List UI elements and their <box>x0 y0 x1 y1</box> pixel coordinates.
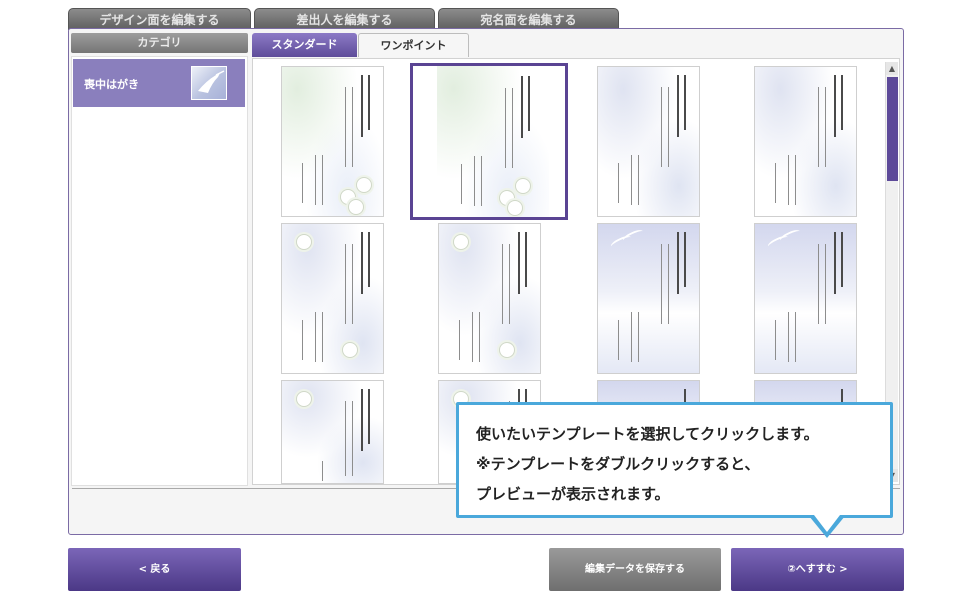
save-data-button[interactable]: 編集データを保存する <box>549 548 721 591</box>
category-item-mochu[interactable]: 喪中はがき <box>73 59 245 107</box>
template-card[interactable] <box>438 223 541 374</box>
category-header: カテゴリ <box>71 33 248 53</box>
help-tooltip: 使いたいテンプレートを選択してクリックします。 ※テンプレートをダブルクリックす… <box>456 402 893 518</box>
template-card[interactable] <box>754 223 857 374</box>
tab-address[interactable]: 宛名面を編集する <box>438 8 619 30</box>
template-card[interactable] <box>281 380 384 484</box>
next-step-button[interactable]: ②へすすむ > <box>731 548 904 591</box>
back-button[interactable]: < 戻る <box>68 548 241 591</box>
tab-sender[interactable]: 差出人を編集する <box>254 8 435 30</box>
template-card[interactable] <box>597 66 700 217</box>
tooltip-tail-inner <box>814 515 840 532</box>
app-root: デザイン面を編集する 差出人を編集する 宛名面を編集する カテゴリ 喪中はがき … <box>0 0 972 600</box>
tooltip-line-3: プレビューが表示されます。 <box>476 485 670 503</box>
tab-onepoint[interactable]: ワンポイント <box>358 33 469 57</box>
template-card[interactable] <box>281 223 384 374</box>
scroll-up-arrow-icon[interactable]: ▲ <box>886 62 898 75</box>
tab-design[interactable]: デザイン面を編集する <box>68 8 251 30</box>
tab-standard[interactable]: スタンダード <box>252 33 357 57</box>
template-card[interactable] <box>754 66 857 217</box>
category-item-label: 喪中はがき <box>84 78 139 91</box>
tooltip-line-1: 使いたいテンプレートを選択してクリックします。 <box>476 425 819 443</box>
category-panel: 喪中はがき <box>71 56 248 486</box>
category-thumbnail <box>191 66 227 100</box>
template-card[interactable] <box>597 223 700 374</box>
template-card[interactable] <box>281 66 384 217</box>
tooltip-line-2: ※テンプレートをダブルクリックすると、 <box>476 455 760 473</box>
template-card-selected[interactable] <box>410 63 568 220</box>
crane-icon <box>198 70 225 93</box>
scroll-thumb[interactable] <box>887 77 898 181</box>
